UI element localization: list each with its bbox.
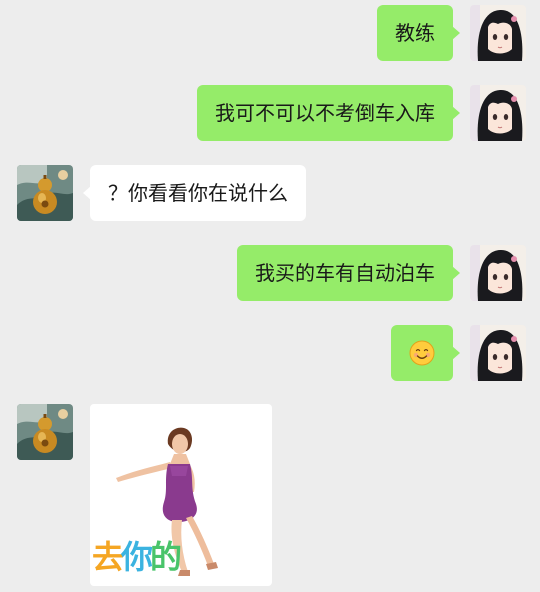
contact-avatar[interactable] [17, 404, 73, 460]
anime-girl-avatar-icon [470, 325, 526, 381]
sticker-message[interactable]: 去你的 [90, 404, 272, 586]
golden-gourd-avatar-icon [17, 165, 73, 221]
my-avatar[interactable] [470, 325, 526, 381]
my-avatar[interactable] [470, 245, 526, 301]
contact-message-bubble[interactable]: ？你看看你在说什么 [83, 165, 306, 221]
chat-history[interactable]: 教练 我可不可以不考倒车入库 ？你看看你在说什么 我买的车有自动泊车 去你的 [0, 0, 540, 592]
my-message-bubble[interactable]: 教练 [377, 5, 460, 61]
my-avatar[interactable] [470, 85, 526, 141]
anime-girl-avatar-icon [470, 85, 526, 141]
my-message-bubble[interactable]: 我可不可以不考倒车入库 [197, 85, 460, 141]
caption-char: 你 [121, 538, 153, 576]
caption-char: 去 [92, 538, 124, 576]
my-emoji-bubble[interactable] [391, 325, 460, 381]
smile-emoji-icon [409, 340, 435, 366]
my-message-bubble[interactable]: 我买的车有自动泊车 [237, 245, 460, 301]
my-avatar[interactable] [470, 5, 526, 61]
contact-avatar[interactable] [17, 165, 73, 221]
sticker-caption: 去你的 [92, 532, 182, 578]
message-text: ？你看看你在说什么 [108, 181, 288, 205]
golden-gourd-avatar-icon [17, 404, 73, 460]
message-text: 我买的车有自动泊车 [255, 261, 435, 285]
anime-girl-avatar-icon [470, 245, 526, 301]
message-text: 教练 [395, 21, 435, 45]
caption-char: 的 [150, 538, 182, 576]
anime-girl-avatar-icon [470, 5, 526, 61]
message-text: 我可不可以不考倒车入库 [215, 101, 435, 125]
